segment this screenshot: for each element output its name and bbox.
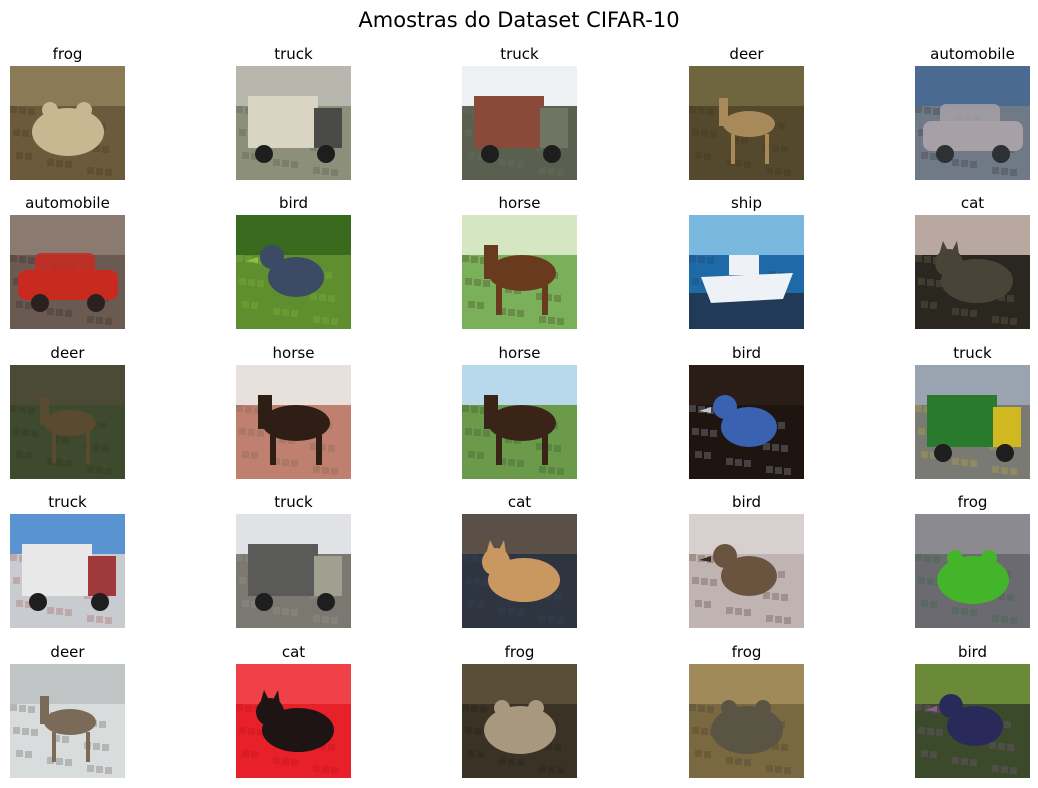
ship-image xyxy=(689,215,804,329)
sample-image xyxy=(689,215,804,329)
truck-image xyxy=(915,365,1030,479)
sample-image xyxy=(689,514,804,628)
sample-label: truck xyxy=(953,344,992,362)
sample-image xyxy=(915,66,1030,180)
cat-image xyxy=(915,215,1030,329)
sample-label: horse xyxy=(498,194,541,212)
sample-image xyxy=(915,215,1030,329)
frog-image xyxy=(10,66,125,180)
sample-label: ship xyxy=(730,194,762,212)
truck-image xyxy=(462,66,577,180)
horse-image xyxy=(462,215,577,329)
sample-label: deer xyxy=(50,643,85,661)
sample-image xyxy=(689,66,804,180)
sample-image xyxy=(236,664,351,778)
sample-label: bird xyxy=(278,194,309,212)
sample-image xyxy=(10,215,125,329)
bird-image xyxy=(236,215,351,329)
sample-label: bird xyxy=(731,493,762,511)
sample-image xyxy=(915,514,1030,628)
frog-image xyxy=(462,664,577,778)
bird-image xyxy=(915,664,1030,778)
sample-label: truck xyxy=(274,493,313,511)
sample-label: horse xyxy=(498,344,541,362)
sample-label: horse xyxy=(272,344,315,362)
sample-image xyxy=(236,215,351,329)
sample-image xyxy=(236,66,351,180)
sample-image xyxy=(462,66,577,180)
deer-image xyxy=(10,664,125,778)
car-image xyxy=(915,66,1030,180)
sample-image xyxy=(462,365,577,479)
sample-image xyxy=(462,664,577,778)
sample-image xyxy=(10,365,125,479)
frog-image xyxy=(915,514,1030,628)
sample-label: truck xyxy=(48,493,87,511)
sample-image xyxy=(915,365,1030,479)
sample-image xyxy=(689,664,804,778)
sample-label: cat xyxy=(281,643,306,661)
sample-label: automobile xyxy=(930,45,1015,63)
sample-image xyxy=(462,514,577,628)
cat-image xyxy=(236,664,351,778)
figure-title: Amostras do Dataset CIFAR-10 xyxy=(358,8,680,32)
sample-image xyxy=(236,365,351,479)
bird-image xyxy=(689,514,804,628)
sample-label: cat xyxy=(507,493,532,511)
sample-label: deer xyxy=(50,344,85,362)
truck-image xyxy=(236,66,351,180)
bird-image xyxy=(689,365,804,479)
sample-image xyxy=(10,514,125,628)
sample-label: frog xyxy=(504,643,535,661)
sample-image xyxy=(462,215,577,329)
sample-image xyxy=(915,664,1030,778)
sample-label: bird xyxy=(731,344,762,362)
truck-image xyxy=(10,514,125,628)
deer-image xyxy=(10,365,125,479)
frog-image xyxy=(689,664,804,778)
horse-image xyxy=(236,365,351,479)
sample-label: automobile xyxy=(25,194,110,212)
deer-image xyxy=(689,66,804,180)
cat-image xyxy=(462,514,577,628)
truck-image xyxy=(236,514,351,628)
sample-image xyxy=(10,66,125,180)
horse-image xyxy=(462,365,577,479)
sample-label: truck xyxy=(274,45,313,63)
car-image xyxy=(10,215,125,329)
sample-label: frog xyxy=(957,493,988,511)
sample-label: deer xyxy=(729,45,764,63)
sample-label: truck xyxy=(500,45,539,63)
sample-image xyxy=(236,514,351,628)
sample-label: frog xyxy=(731,643,762,661)
sample-label: bird xyxy=(957,643,988,661)
sample-image xyxy=(10,664,125,778)
sample-image xyxy=(689,365,804,479)
sample-label: frog xyxy=(52,45,83,63)
sample-label: cat xyxy=(960,194,985,212)
